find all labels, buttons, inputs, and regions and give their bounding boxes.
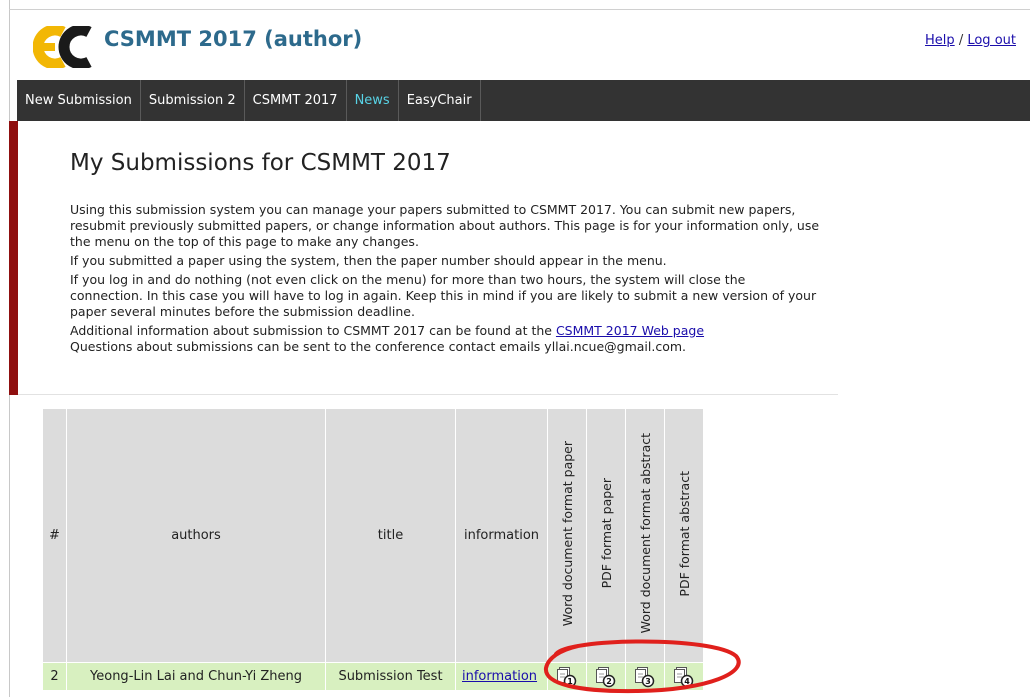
column-header-authors: authors — [66, 408, 326, 663]
menu-item-submission-2[interactable]: Submission 2 — [141, 80, 245, 121]
file-number: 2 — [606, 677, 612, 686]
pdf-abstract-cell: 4 — [664, 662, 704, 691]
column-header-pdf-paper: PDF format paper — [586, 408, 626, 663]
menu-item-new-submission[interactable]: New Submission — [17, 80, 141, 121]
additional-info: Additional information about submission … — [70, 323, 820, 339]
intro-paragraph: If you log in and do nothing (not even c… — [70, 272, 817, 319]
menu-item-easychair[interactable]: EasyChair — [399, 80, 481, 121]
page-title: My Submissions for CSMMT 2017 — [70, 150, 451, 176]
submission-number: 2 — [42, 662, 67, 691]
submission-authors: Yeong-Lin Lai and Chun-Yi Zheng — [66, 662, 326, 691]
column-header-word-paper: Word document format paper — [547, 408, 587, 663]
document-icon[interactable]: 1 — [555, 666, 579, 688]
menu-item-conference[interactable]: CSMMT 2017 — [245, 80, 347, 121]
column-header-label: Word document format abstract — [637, 433, 653, 634]
app-title: CSMMT 2017 (author) — [104, 27, 363, 51]
submission-title: Submission Test — [325, 662, 456, 691]
document-icon[interactable]: 3 — [633, 666, 657, 688]
column-header-information: information — [455, 408, 548, 663]
conference-web-page-link[interactable]: CSMMT 2017 Web page — [556, 323, 704, 338]
contact-info: Questions about submissions can be sent … — [70, 339, 687, 354]
column-header-label: PDF format abstract — [676, 470, 692, 597]
table-header-row: # authors title information Word documen… — [42, 408, 704, 663]
intro-paragraph: Using this submission system you can man… — [70, 202, 820, 249]
word-paper-cell: 1 — [547, 662, 587, 691]
easychair-logo[interactable] — [32, 24, 95, 70]
column-header-label: Word document format paper — [559, 440, 575, 627]
document-icon[interactable]: 4 — [672, 666, 696, 688]
additional-info-text: Additional information about submission … — [70, 323, 552, 338]
intro-text: Using this submission system you can man… — [70, 202, 820, 355]
submissions-table: # authors title information Word documen… — [42, 408, 704, 691]
menu-item-news[interactable]: News — [347, 80, 399, 121]
file-number: 1 — [567, 677, 573, 686]
page-top-border — [9, 9, 1030, 10]
help-link[interactable]: Help — [925, 33, 955, 48]
header-link-separator: / — [958, 33, 964, 48]
column-header-word-abstract: Word document format abstract — [625, 408, 665, 663]
table-row: 2 Yeong-Lin Lai and Chun-Yi Zheng Submis… — [42, 662, 704, 691]
logout-link[interactable]: Log out — [967, 33, 1016, 48]
document-icon[interactable]: 2 — [594, 666, 618, 688]
main-menu: New Submission Submission 2 CSMMT 2017 N… — [17, 80, 1030, 121]
column-header-pdf-abstract: PDF format abstract — [664, 408, 704, 663]
header-links: Help / Log out — [925, 33, 1016, 48]
submission-information-cell: information — [455, 662, 548, 691]
intro-paragraph: If you submitted a paper using the syste… — [70, 253, 667, 268]
column-header-label: PDF format paper — [598, 478, 614, 589]
content-accent-bar — [9, 121, 18, 395]
information-link[interactable]: information — [462, 669, 537, 684]
content-separator — [18, 394, 838, 395]
file-number: 4 — [684, 677, 690, 686]
column-header-title: title — [325, 408, 456, 663]
column-header-number: # — [42, 408, 67, 663]
file-number: 3 — [645, 677, 651, 686]
pdf-paper-cell: 2 — [586, 662, 626, 691]
word-abstract-cell: 3 — [625, 662, 665, 691]
